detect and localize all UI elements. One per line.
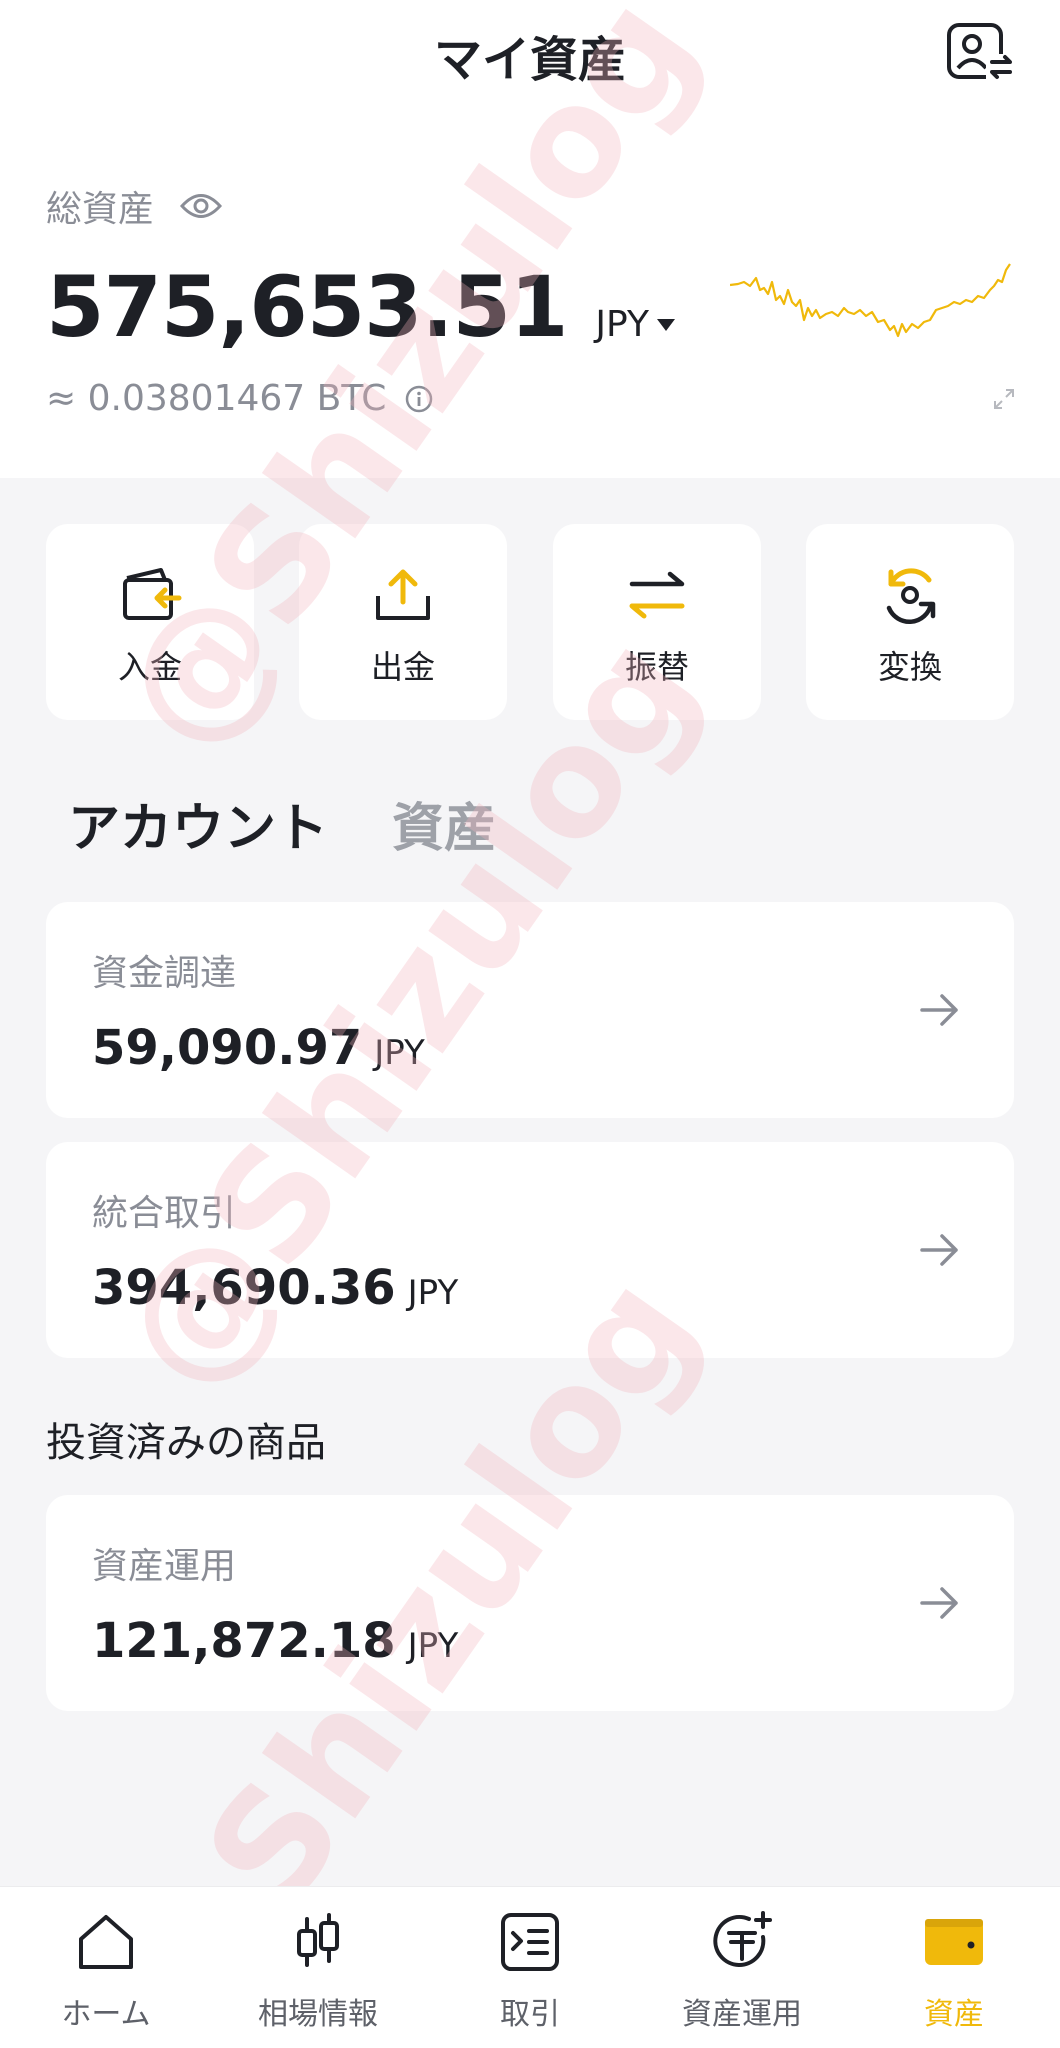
caret-down-icon xyxy=(656,318,675,331)
currency-code: JPY xyxy=(595,304,649,345)
unified-trading-unit: JPY xyxy=(407,1273,459,1313)
trade-icon xyxy=(501,1913,559,1971)
unified-trading-account-card[interactable]: 統合取引 394,690.36 JPY xyxy=(46,1142,1014,1358)
candlestick-icon xyxy=(297,1913,339,1967)
withdraw-button[interactable]: 出金 xyxy=(299,524,507,720)
deposit-button[interactable]: 入金 xyxy=(46,524,254,720)
expand-chart-icon[interactable] xyxy=(993,388,1015,410)
nav-trade[interactable]: 取引 xyxy=(424,1887,636,2048)
withdraw-label: 出金 xyxy=(370,648,435,686)
btc-equivalent: ≈ 0.03801467 BTC xyxy=(46,378,387,419)
total-assets-label: 総資産 xyxy=(46,189,155,230)
home-icon xyxy=(79,1915,133,1969)
earn-product-unit: JPY xyxy=(407,1626,459,1666)
deposit-label: 入金 xyxy=(117,648,182,686)
account-switch-icon[interactable] xyxy=(946,22,1016,82)
nav-earn[interactable]: 資産運用 xyxy=(636,1887,848,2048)
page-title: マイ資産 xyxy=(433,32,626,88)
deposit-wallet-icon xyxy=(123,568,182,620)
eye-icon[interactable] xyxy=(180,191,223,221)
convert-button[interactable]: 変換 xyxy=(806,524,1014,720)
nav-earn-label: 資産運用 xyxy=(682,1997,802,2032)
arrow-right-icon xyxy=(920,994,958,1026)
unified-trading-value: 394,690.36 xyxy=(92,1260,396,1316)
transfer-label: 振替 xyxy=(624,648,689,686)
nav-home[interactable]: ホーム xyxy=(0,1887,212,2048)
tab-account[interactable]: アカウント xyxy=(68,786,328,861)
funding-account-balance: 59,090.97 JPY xyxy=(92,1020,425,1076)
bottom-navigation: ホーム 相場情報 取引 資産運用 資産 xyxy=(0,1886,1060,2048)
asset-trend-sparkline[interactable] xyxy=(730,260,1012,365)
funding-account-card[interactable]: 資金調達 59,090.97 JPY xyxy=(46,902,1014,1118)
convert-cycle-icon xyxy=(886,568,936,625)
transfer-button[interactable]: 振替 xyxy=(553,524,761,720)
nav-assets-label: 資産 xyxy=(924,1997,984,2032)
transfer-arrows-icon xyxy=(629,571,685,619)
btc-equivalent-row: ≈ 0.03801467 BTC xyxy=(46,378,434,419)
arrow-right-icon xyxy=(920,1234,958,1266)
funding-account-label: 資金調達 xyxy=(92,953,237,994)
asset-view-tabs: アカウント 資産 xyxy=(68,786,496,861)
earn-product-balance: 121,872.18 JPY xyxy=(92,1613,458,1669)
quick-actions: 入金 出金 振替 変換 xyxy=(46,524,1014,720)
earn-product-card[interactable]: 資産運用 121,872.18 JPY xyxy=(46,1495,1014,1711)
nav-assets[interactable]: 資産 xyxy=(848,1887,1060,2048)
nav-trade-label: 取引 xyxy=(500,1997,560,2032)
nav-markets[interactable]: 相場情報 xyxy=(212,1887,424,2048)
convert-label: 変換 xyxy=(877,648,942,686)
currency-selector[interactable]: JPY xyxy=(595,304,675,345)
unified-trading-label: 統合取引 xyxy=(92,1193,237,1234)
info-icon[interactable] xyxy=(404,384,434,414)
funding-account-unit: JPY xyxy=(374,1033,425,1073)
withdraw-upload-icon xyxy=(376,569,430,620)
asset-summary-panel: マイ資産 総資産 575,653.51 JPY ≈ 0.03801467 BTC xyxy=(0,0,1060,478)
nav-markets-label: 相場情報 xyxy=(258,1997,378,2032)
total-assets-label-row: 総資産 xyxy=(46,180,223,232)
tab-assets[interactable]: 資産 xyxy=(392,786,496,861)
arrow-right-icon xyxy=(920,1587,958,1619)
total-assets-amount: 575,653.51 xyxy=(46,258,568,356)
funding-account-value: 59,090.97 xyxy=(92,1020,363,1076)
earn-product-label: 資産運用 xyxy=(92,1546,237,1587)
total-amount-row: 575,653.51 JPY xyxy=(46,258,675,356)
wallet-icon xyxy=(925,1919,983,1965)
unified-trading-balance: 394,690.36 JPY xyxy=(92,1260,458,1316)
invested-products-title: 投資済みの商品 xyxy=(46,1420,326,1466)
earn-icon xyxy=(713,1911,772,1967)
nav-home-label: ホーム xyxy=(61,1997,151,2032)
earn-product-value: 121,872.18 xyxy=(92,1613,396,1669)
